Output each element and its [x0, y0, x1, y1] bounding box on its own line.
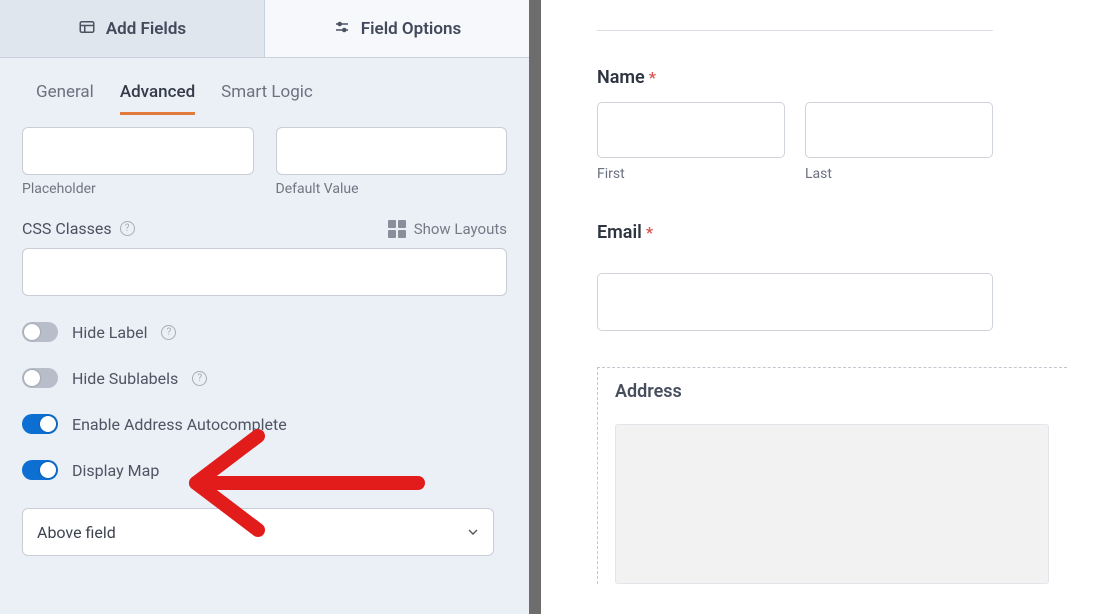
subtab-general[interactable]: General: [36, 82, 94, 115]
thin-line: [597, 30, 993, 31]
name-label: Name: [597, 67, 645, 88]
sidebar-panel: Add Fields Field Options General Advance…: [0, 0, 529, 614]
sub-tabs: General Advanced Smart Logic: [0, 58, 529, 115]
show-layouts-label: Show Layouts: [414, 220, 507, 238]
tab-field-options[interactable]: Field Options: [264, 0, 529, 58]
sliders-icon: [333, 18, 351, 40]
map-position-select-value: Above field: [37, 523, 116, 542]
toggle-hide-sublabels[interactable]: [22, 368, 58, 388]
toggle-hide-label-text: Hide Label: [72, 323, 147, 342]
subtab-smart-logic[interactable]: Smart Logic: [221, 82, 313, 115]
top-tabs: Add Fields Field Options: [0, 0, 529, 58]
toggle-hide-label[interactable]: [22, 322, 58, 342]
toggle-enable-autocomplete-text: Enable Address Autocomplete: [72, 415, 287, 434]
map-placeholder: [615, 424, 1049, 584]
email-label: Email: [597, 222, 642, 243]
email-input[interactable]: [597, 273, 993, 331]
address-field[interactable]: Address: [597, 367, 1067, 584]
panel-body: Placeholder Default Value CSS Classes ? …: [0, 115, 529, 576]
first-sublabel: First: [597, 166, 785, 182]
last-name-input[interactable]: [805, 102, 993, 158]
toggle-display-map[interactable]: [22, 460, 58, 480]
subtab-advanced[interactable]: Advanced: [120, 82, 195, 115]
address-label: Address: [615, 381, 1049, 402]
required-asterisk: *: [646, 223, 653, 242]
last-sublabel: Last: [805, 166, 993, 182]
map-position-select[interactable]: Above field: [22, 508, 494, 556]
css-classes-label: CSS Classes: [22, 219, 112, 238]
help-icon[interactable]: ?: [120, 221, 135, 236]
show-layouts-button[interactable]: Show Layouts: [388, 220, 507, 238]
toggle-enable-autocomplete[interactable]: [22, 414, 58, 434]
default-value-label: Default Value: [276, 181, 508, 197]
add-fields-icon: [78, 18, 96, 40]
toggle-hide-sublabels-text: Hide Sublabels: [72, 369, 178, 388]
tab-field-options-label: Field Options: [361, 19, 461, 39]
help-icon[interactable]: ?: [192, 371, 207, 386]
help-icon[interactable]: ?: [161, 325, 176, 340]
name-field: Name* First Last: [597, 67, 1098, 182]
default-value-input[interactable]: [276, 127, 508, 175]
form-preview: Name* First Last Email* Address: [529, 0, 1116, 614]
preview-divider: [529, 0, 541, 614]
grid-icon: [388, 220, 406, 238]
placeholder-input[interactable]: [22, 127, 254, 175]
first-name-input[interactable]: [597, 102, 785, 158]
toggle-display-map-text: Display Map: [72, 461, 159, 480]
placeholder-label: Placeholder: [22, 181, 254, 197]
email-field: Email*: [597, 222, 1098, 331]
css-classes-input[interactable]: [22, 248, 507, 296]
required-asterisk: *: [649, 68, 656, 87]
chevron-down-icon: [465, 524, 481, 540]
tab-add-fields-label: Add Fields: [106, 19, 186, 39]
tab-add-fields[interactable]: Add Fields: [0, 0, 264, 58]
